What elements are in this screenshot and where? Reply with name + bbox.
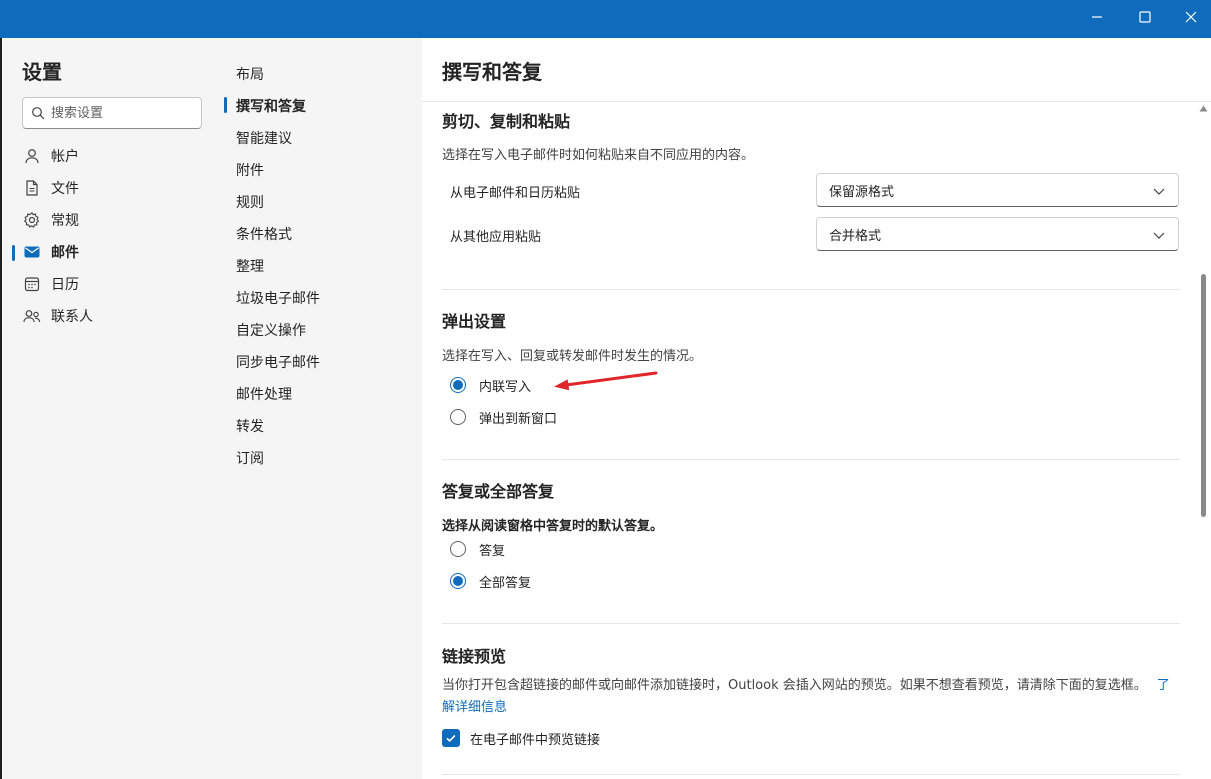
settings-scroll-area[interactable]: 剪切、复制和粘贴 选择在写入电子邮件时如何粘贴来自不同应用的内容。 从电子邮件和…: [422, 102, 1194, 779]
scroll-up-arrow-icon: [1199, 105, 1208, 112]
vertical-scrollbar[interactable]: [1196, 102, 1211, 779]
checkmark-icon: [446, 734, 456, 743]
sidebar-item-label: 联系人: [51, 309, 93, 325]
settings-title: 设置: [22, 60, 62, 84]
link-preview-description: 当你打开包含超链接的邮件或向邮件添加链接时，Outlook 会插入网站的预览。如…: [442, 675, 1182, 719]
reply-section-description: 选择从阅读窗格中答复时的默认答复。: [442, 519, 664, 534]
radio-label: 弹出到新窗口: [479, 411, 558, 427]
close-button[interactable]: [1168, 0, 1211, 34]
radio-popout-new-window[interactable]: 弹出到新窗口: [450, 407, 557, 427]
sidebar-item-label: 帐户: [51, 149, 79, 165]
settings-sidebar: 设置 帐户 文件 常规 邮件 日历 联系人: [2, 38, 210, 779]
page-title: 撰写和答复: [442, 60, 542, 84]
dropdown-value: 合并格式: [829, 228, 882, 244]
subnav-item-sync-email[interactable]: 同步电子邮件: [236, 352, 320, 372]
radio-compose-inline[interactable]: 内联写入: [450, 375, 531, 395]
active-subnav-indicator: [224, 97, 227, 113]
paste-section-description: 选择在写入电子邮件时如何粘贴来自不同应用的内容。: [442, 148, 755, 163]
reply-section-heading: 答复或全部答复: [442, 482, 555, 501]
paste-other-apps-dropdown[interactable]: 合并格式: [816, 217, 1179, 251]
section-divider: [442, 289, 1180, 290]
sidebar-item-calendar[interactable]: 日历: [22, 270, 202, 298]
subnav-item-layout[interactable]: 布局: [236, 64, 264, 84]
sidebar-item-label: 邮件: [51, 245, 79, 261]
sidebar-item-files[interactable]: 文件: [22, 174, 202, 202]
popout-section-description: 选择在写入、回复或转发邮件时发生的情况。: [442, 349, 703, 364]
subnav-item-customize-actions[interactable]: 自定义操作: [236, 320, 306, 340]
paste-email-calendar-dropdown[interactable]: 保留源格式: [816, 173, 1179, 207]
subnav-item-forwarding[interactable]: 转发: [236, 416, 264, 436]
sidebar-item-label: 文件: [51, 181, 79, 197]
maximize-icon: [1139, 11, 1151, 23]
subnav-item-junk-email[interactable]: 垃圾电子邮件: [236, 288, 320, 308]
subnav-item-compose-reply[interactable]: 撰写和答复: [236, 96, 306, 116]
minimize-icon: [1092, 16, 1102, 18]
chevron-down-icon: [1153, 188, 1165, 195]
main-panel: 撰写和答复 剪切、复制和粘贴 选择在写入电子邮件时如何粘贴来自不同应用的内容。 …: [422, 38, 1211, 779]
annotation-arrow: [554, 371, 658, 391]
radio-label: 内联写入: [479, 379, 532, 395]
preview-links-checkbox-row[interactable]: 在电子邮件中预览链接: [442, 728, 600, 748]
document-icon: [22, 178, 42, 198]
maximize-button[interactable]: [1122, 0, 1168, 34]
person-icon: [22, 146, 42, 166]
mail-icon: [22, 242, 42, 262]
link-preview-description-text: 当你打开包含超链接的邮件或向邮件添加链接时，Outlook 会插入网站的预览。如…: [442, 678, 1147, 693]
sidebar-item-general[interactable]: 常规: [22, 206, 202, 234]
subnav-item-smart-suggestions[interactable]: 智能建议: [236, 128, 292, 148]
search-box[interactable]: [22, 97, 202, 129]
radio-label: 全部答复: [479, 575, 532, 591]
mail-settings-nav: 布局 撰写和答复 智能建议 附件 规则 条件格式 整理 垃圾电子邮件 自定义操作…: [210, 38, 422, 779]
paste-section-heading: 剪切、复制和粘贴: [442, 112, 571, 131]
subnav-item-attachments[interactable]: 附件: [236, 160, 264, 180]
section-divider: [442, 623, 1180, 624]
subnav-item-subscriptions[interactable]: 订阅: [236, 448, 264, 468]
title-bar: [0, 0, 1211, 38]
sidebar-item-label: 常规: [51, 213, 79, 229]
radio-reply[interactable]: 答复: [450, 539, 505, 559]
paste-other-apps-label: 从其他应用粘贴: [450, 230, 542, 245]
people-icon: [22, 306, 42, 326]
sidebar-item-label: 日历: [51, 277, 79, 293]
radio-button[interactable]: [450, 409, 466, 425]
subnav-item-rules[interactable]: 规则: [236, 192, 264, 212]
search-input[interactable]: [51, 105, 191, 121]
checkbox-label: 在电子邮件中预览链接: [470, 732, 601, 748]
gear-icon: [22, 210, 42, 230]
search-icon: [32, 107, 45, 120]
active-category-indicator: [12, 245, 15, 261]
popout-section-heading: 弹出设置: [442, 312, 507, 331]
radio-button[interactable]: [450, 541, 466, 557]
chevron-down-icon: [1153, 232, 1165, 239]
sidebar-item-mail[interactable]: 邮件: [22, 238, 202, 266]
radio-button-selected[interactable]: [450, 573, 466, 589]
subnav-item-message-handling[interactable]: 邮件处理: [236, 384, 292, 404]
dropdown-value: 保留源格式: [829, 184, 895, 200]
radio-button-selected[interactable]: [450, 377, 466, 393]
paste-email-calendar-label: 从电子邮件和日历粘贴: [450, 186, 581, 201]
link-preview-section-heading: 链接预览: [442, 647, 507, 666]
preview-links-checkbox[interactable]: [442, 729, 460, 747]
radio-label: 答复: [479, 543, 506, 559]
subnav-item-conditional-formatting[interactable]: 条件格式: [236, 224, 292, 244]
sidebar-item-contacts[interactable]: 联系人: [22, 302, 202, 330]
section-divider: [442, 774, 1180, 775]
scrollbar-thumb[interactable]: [1201, 274, 1206, 517]
minimize-button[interactable]: [1074, 0, 1120, 34]
subnav-item-sweep[interactable]: 整理: [236, 256, 264, 276]
radio-reply-all[interactable]: 全部答复: [450, 571, 531, 591]
sidebar-item-account[interactable]: 帐户: [22, 142, 202, 170]
section-divider: [442, 459, 1180, 460]
close-icon: [1185, 11, 1197, 23]
calendar-icon: [22, 274, 42, 294]
